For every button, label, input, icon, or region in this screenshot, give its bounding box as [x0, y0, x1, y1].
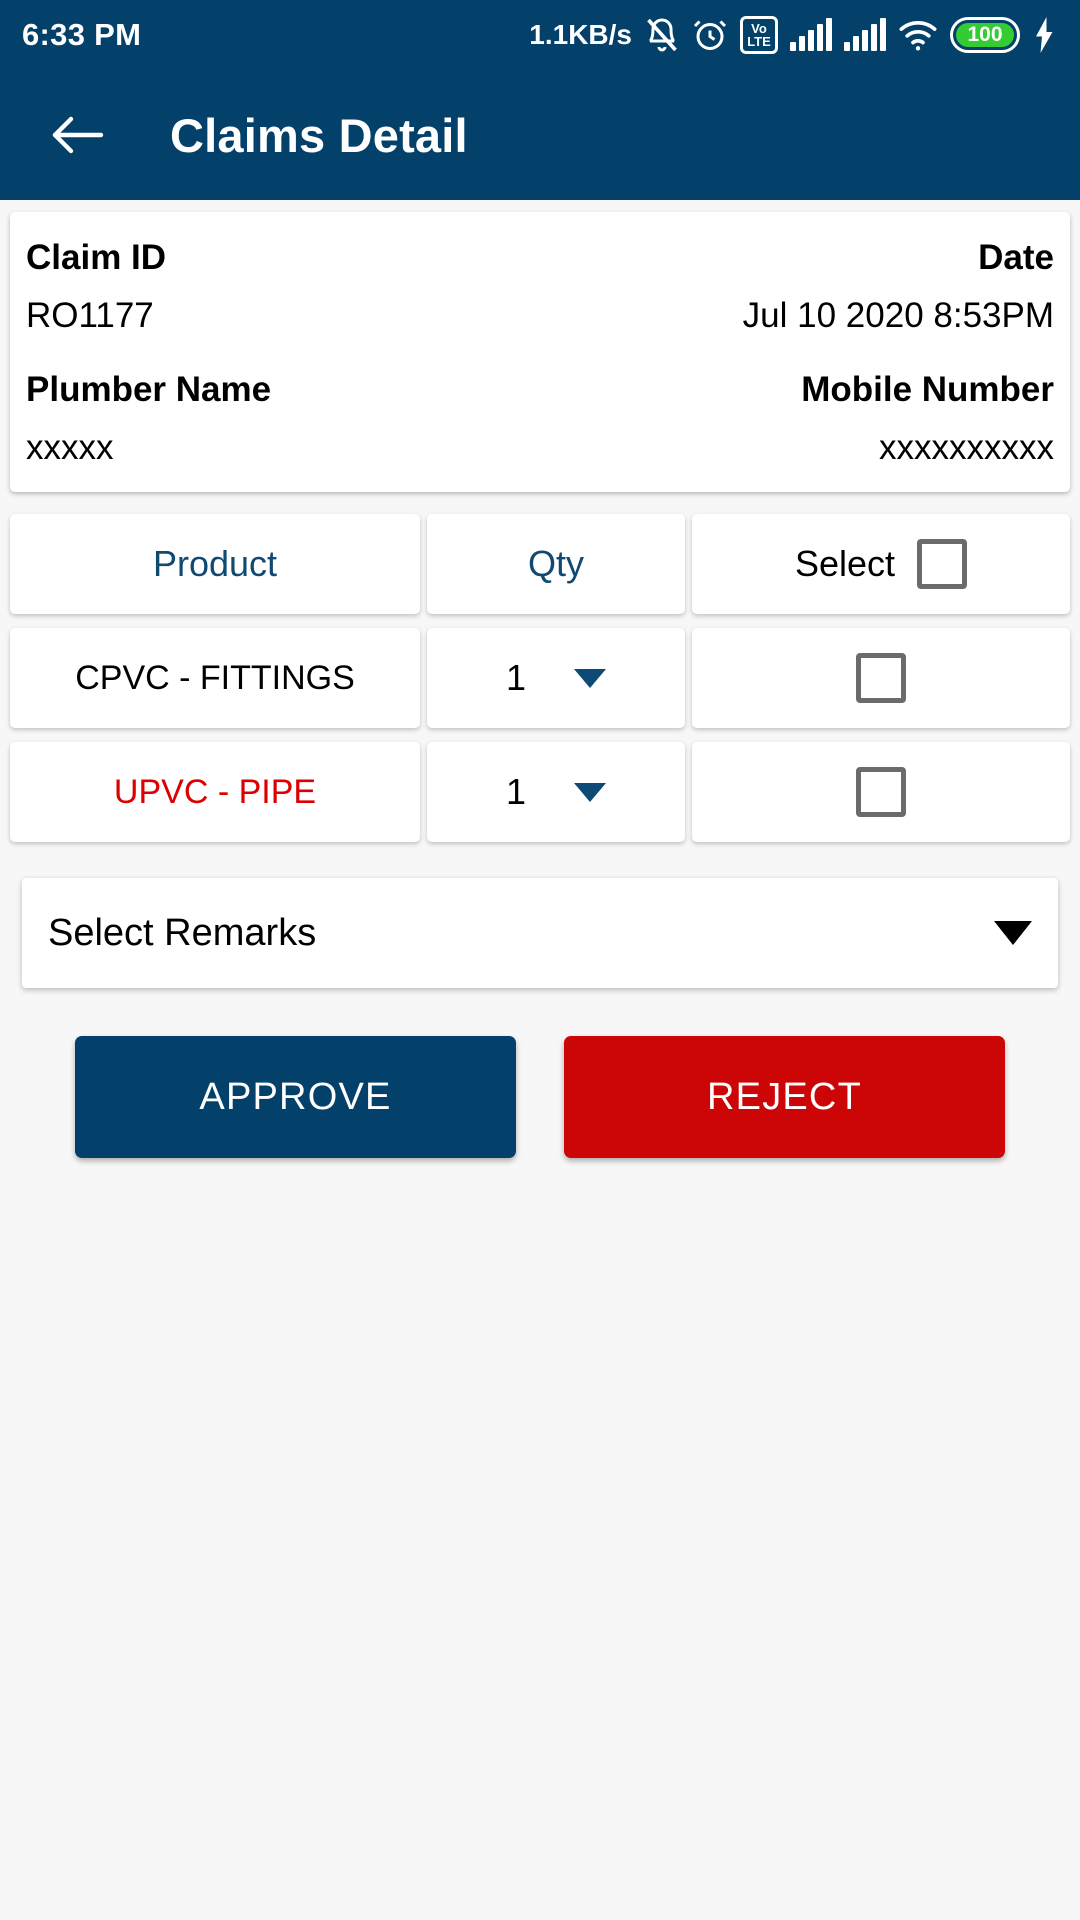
arrow-left-icon — [52, 116, 104, 154]
chevron-down-icon[interactable] — [574, 668, 607, 688]
chevron-down-icon — [994, 921, 1032, 945]
status-bar: 6:33 PM 1.1KB/s Vo LTE 100 — [0, 0, 1080, 70]
table-row: CPVC - FITTINGS 1 — [10, 628, 1070, 728]
header-label-qty: Qty — [527, 543, 584, 584]
remarks-dropdown[interactable]: Select Remarks — [22, 878, 1058, 988]
select-all-checkbox[interactable] — [917, 539, 968, 589]
alarm-clock-icon — [693, 20, 727, 50]
page-title: Claims Detail — [170, 108, 468, 162]
row-cell-select — [692, 628, 1070, 728]
status-bar-icons: 1.1KB/s Vo LTE 100 — [529, 16, 1058, 54]
plumber-mobile-value-row: xxxxx xxxxxxxxxx — [26, 428, 1054, 468]
bell-muted-icon — [647, 18, 677, 52]
row-select-checkbox[interactable] — [856, 653, 906, 703]
mobile-number-label: Mobile Number — [801, 370, 1054, 409]
signal-sim2-icon — [844, 18, 886, 51]
battery-level-label: 100 — [967, 23, 1003, 46]
plumber-name-label: Plumber Name — [26, 370, 272, 409]
mobile-number-value: xxxxxxxxxx — [879, 428, 1054, 467]
product-name: UPVC - PIPE — [113, 772, 317, 811]
action-buttons: APPROVE REJECT — [10, 1036, 1070, 1158]
product-table-header: Product Qty Select — [10, 514, 1070, 614]
back-button[interactable] — [46, 104, 108, 166]
approve-button[interactable]: APPROVE — [75, 1036, 516, 1158]
wifi-icon — [899, 21, 937, 51]
row-cell-qty[interactable]: 1 — [427, 742, 685, 842]
product-name: CPVC - FITTINGS — [75, 658, 355, 697]
claim-id-date-value-row: RO1177 Jul 10 2020 8:53PM — [26, 296, 1054, 336]
header-cell-select: Select — [692, 514, 1070, 614]
row-cell-product: CPVC - FITTINGS — [10, 628, 420, 728]
claim-id-date-label-row: Claim ID Date — [26, 238, 1054, 278]
remarks-selected-value: Select Remarks — [48, 911, 317, 954]
claim-id-label: Claim ID — [26, 238, 167, 277]
claim-info-card: Claim ID Date RO1177 Jul 10 2020 8:53PM … — [10, 212, 1070, 492]
table-row: UPVC - PIPE 1 — [10, 742, 1070, 842]
row-select-checkbox[interactable] — [856, 767, 906, 817]
reject-button[interactable]: REJECT — [564, 1036, 1005, 1158]
header-cell-product: Product — [10, 514, 420, 614]
header-cell-qty: Qty — [427, 514, 685, 614]
row-cell-select — [692, 742, 1070, 842]
plumber-name-value: xxxxx — [26, 428, 114, 467]
date-label: Date — [978, 238, 1054, 277]
status-bar-time: 6:33 PM — [22, 17, 142, 52]
volte-bottom-text: LTE — [747, 34, 771, 49]
volte-icon: Vo LTE — [740, 16, 778, 54]
signal-sim1-icon — [790, 18, 832, 51]
row-cell-product: UPVC - PIPE — [10, 742, 420, 842]
app-bar: Claims Detail — [0, 70, 1080, 200]
header-label-select: Select — [794, 543, 896, 584]
claim-id-value: RO1177 — [26, 296, 154, 335]
qty-value: 1 — [505, 771, 527, 812]
network-speed-label: 1.1KB/s — [529, 19, 632, 50]
qty-value: 1 — [505, 657, 527, 698]
chevron-down-icon[interactable] — [574, 782, 607, 802]
row-cell-qty[interactable]: 1 — [427, 628, 685, 728]
charging-bolt-icon — [1036, 17, 1053, 53]
date-value: Jul 10 2020 8:53PM — [742, 296, 1054, 335]
header-label-product: Product — [152, 543, 278, 584]
plumber-mobile-label-row: Plumber Name Mobile Number — [26, 370, 1054, 410]
page-content: Claim ID Date RO1177 Jul 10 2020 8:53PM … — [0, 212, 1080, 1158]
battery-icon: 100 — [950, 17, 1020, 53]
